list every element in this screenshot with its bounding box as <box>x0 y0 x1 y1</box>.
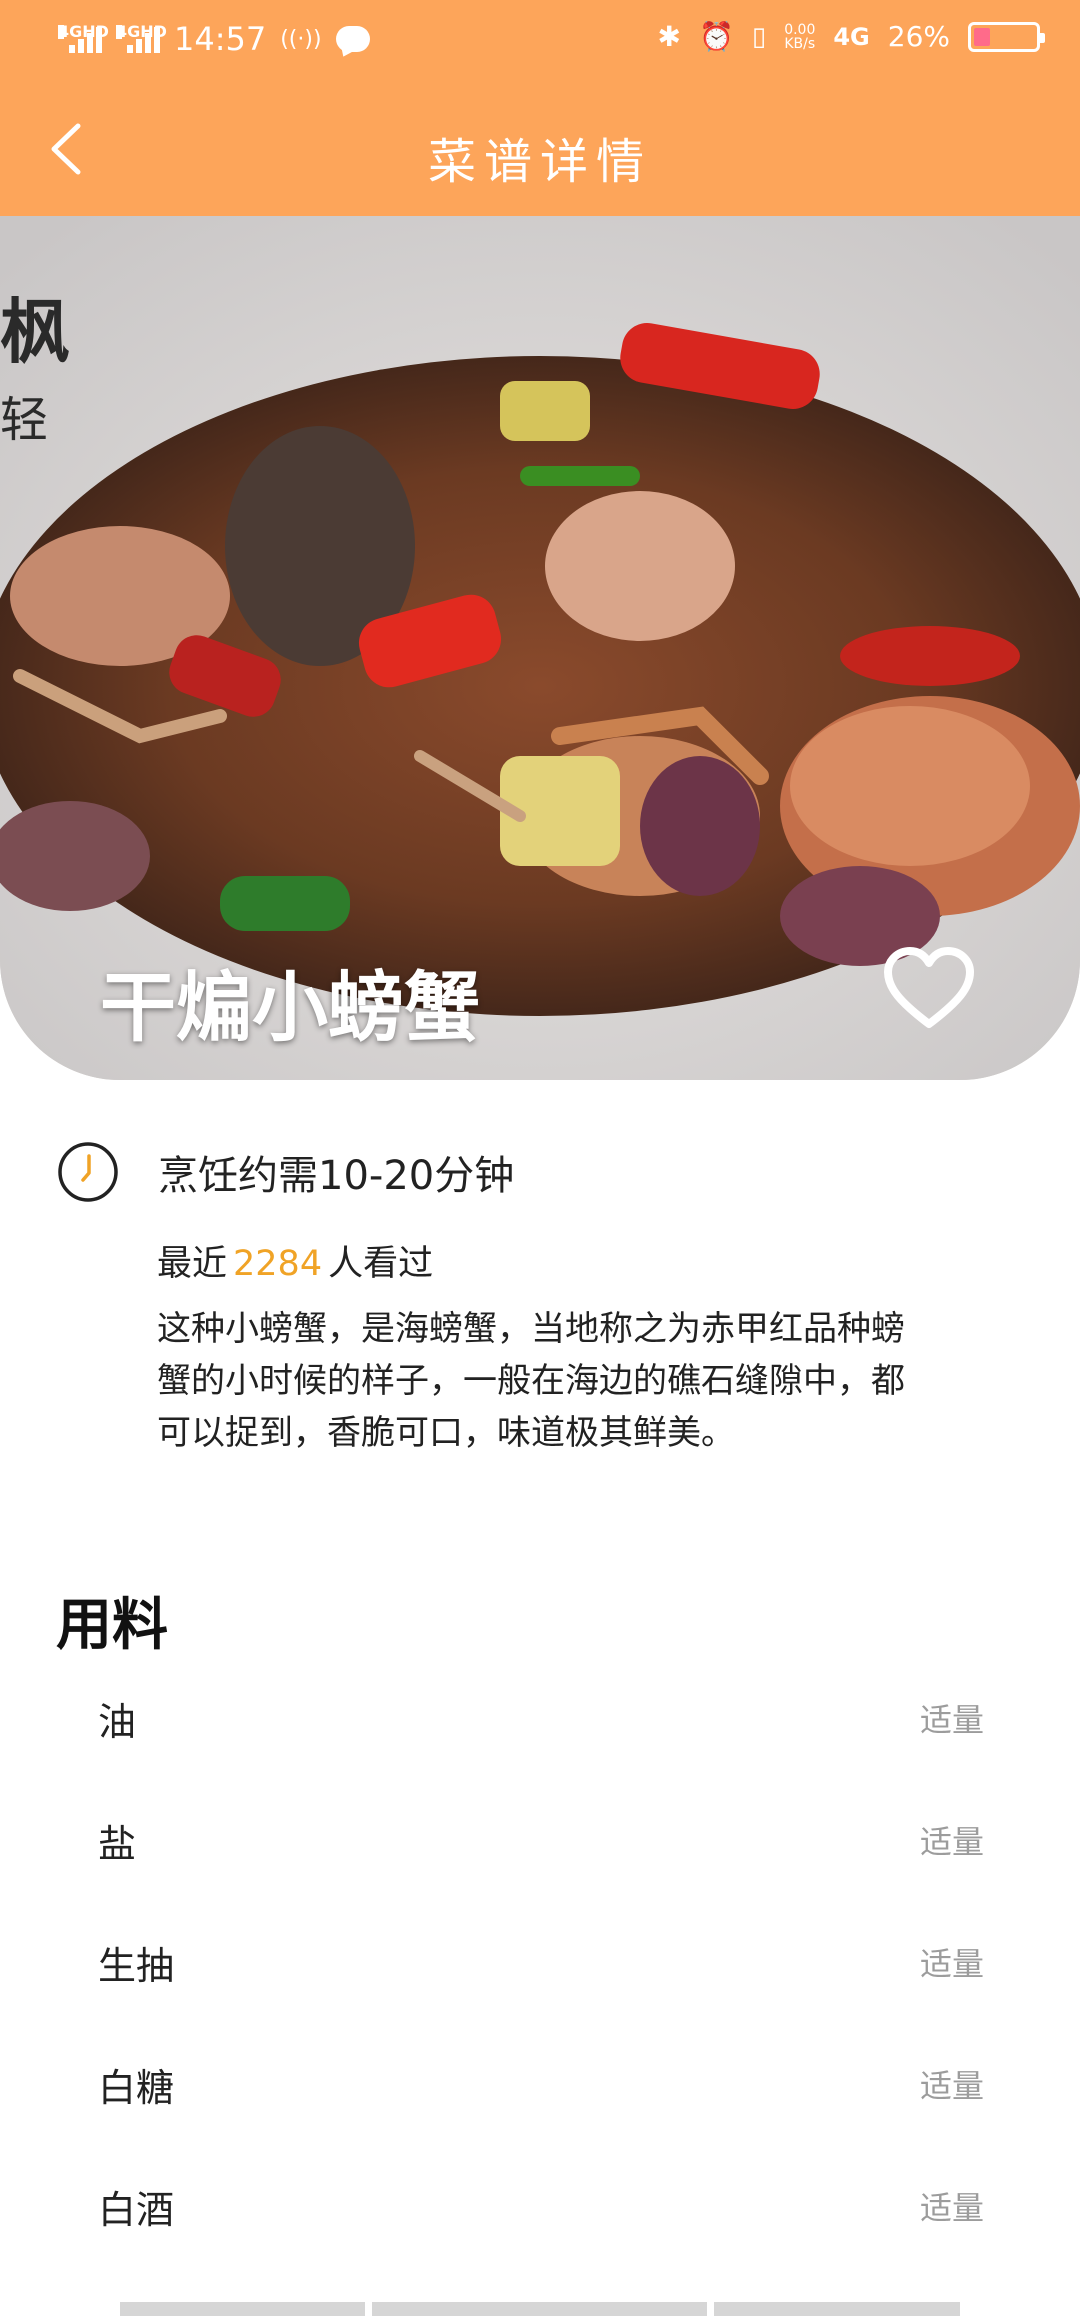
page-title: 菜谱详情 <box>427 134 652 190</box>
alarm-icon: ⏰ <box>699 20 734 53</box>
ingredient-amount: 适量 <box>919 1823 984 1861</box>
views-number: 2284 <box>233 1244 323 1284</box>
ingredient-amount: 适量 <box>919 2067 984 2105</box>
battery-icon <box>968 21 1045 52</box>
recipe-name: 干煸小螃蟹 <box>100 963 480 1052</box>
signal-icon: 4GHD <box>58 24 109 53</box>
nfc-icon: ((·)) <box>280 26 322 52</box>
ingredient-row: 盐 适量 <box>0 1777 1080 1899</box>
image-strip <box>372 2302 707 2316</box>
network-speed: 0.00 KB/s <box>784 21 816 52</box>
watermark-text: 枫 <box>0 290 70 373</box>
heart-outline-icon <box>884 947 974 1028</box>
cook-time: 烹饪约需10-20分钟 <box>158 1153 515 1199</box>
image-strip <box>714 2302 960 2316</box>
battery-percent: 26% <box>887 20 950 53</box>
bluetooth-icon: ✱ <box>657 20 681 53</box>
status-time: 14:57 <box>174 20 267 58</box>
ingredient-row: 油 适量 <box>0 1655 1080 1777</box>
ingredient-row-partial <box>0 2300 1080 2316</box>
status-bar: 4GHD 4GHD 14:57 ((·)) ✱ ⏰ ▯ 0.00 KB/s 4G… <box>0 0 1080 82</box>
ingredient-amount: 适量 <box>919 1945 984 1983</box>
ingredient-name: 白酒 <box>98 2188 175 2232</box>
message-icon <box>335 26 370 52</box>
ingredient-name: 生抽 <box>98 1944 175 1988</box>
ingredient-amount: 适量 <box>919 1701 984 1739</box>
ingredient-row: 白酒 适量 <box>0 2143 1080 2265</box>
ingredient-name: 白糖 <box>98 2066 175 2110</box>
watermark-text-2: 轻 <box>0 392 48 448</box>
vibrate-icon: ▯ <box>751 21 767 52</box>
image-strip <box>120 2302 365 2316</box>
title-bar: 菜谱详情 <box>0 82 1080 216</box>
signal-icon-2: 4GHD <box>116 24 167 53</box>
view-count: 最近 2284 人看过 <box>157 1235 433 1286</box>
recipe-description: 这种小螃蟹，是海螃蟹，当地称之为赤甲红品种螃蟹的小时候的样子，一般在海边的礁石缝… <box>157 1309 905 1453</box>
favorite-button[interactable] <box>880 940 978 1038</box>
views-prefix: 最近 <box>157 1244 228 1284</box>
ingredient-row: 生抽 适量 <box>0 1899 1080 2021</box>
ingredient-row: 白糖 适量 <box>0 2021 1080 2143</box>
ingredient-name: 油 <box>98 1700 137 1744</box>
ingredient-name: 盐 <box>98 1822 137 1866</box>
ingredients-list: 油 适量 盐 适量 生抽 适量 白糖 适量 白酒 适量 <box>0 1655 1080 2265</box>
ingredients-title: 用料 <box>56 1593 168 1658</box>
ingredient-amount: 适量 <box>919 2189 984 2227</box>
cook-time-row: 烹饪约需10-20分钟 <box>56 1140 514 1204</box>
clock-icon <box>58 1142 118 1202</box>
views-suffix: 人看过 <box>328 1244 434 1284</box>
network-type: 4G <box>833 22 870 51</box>
